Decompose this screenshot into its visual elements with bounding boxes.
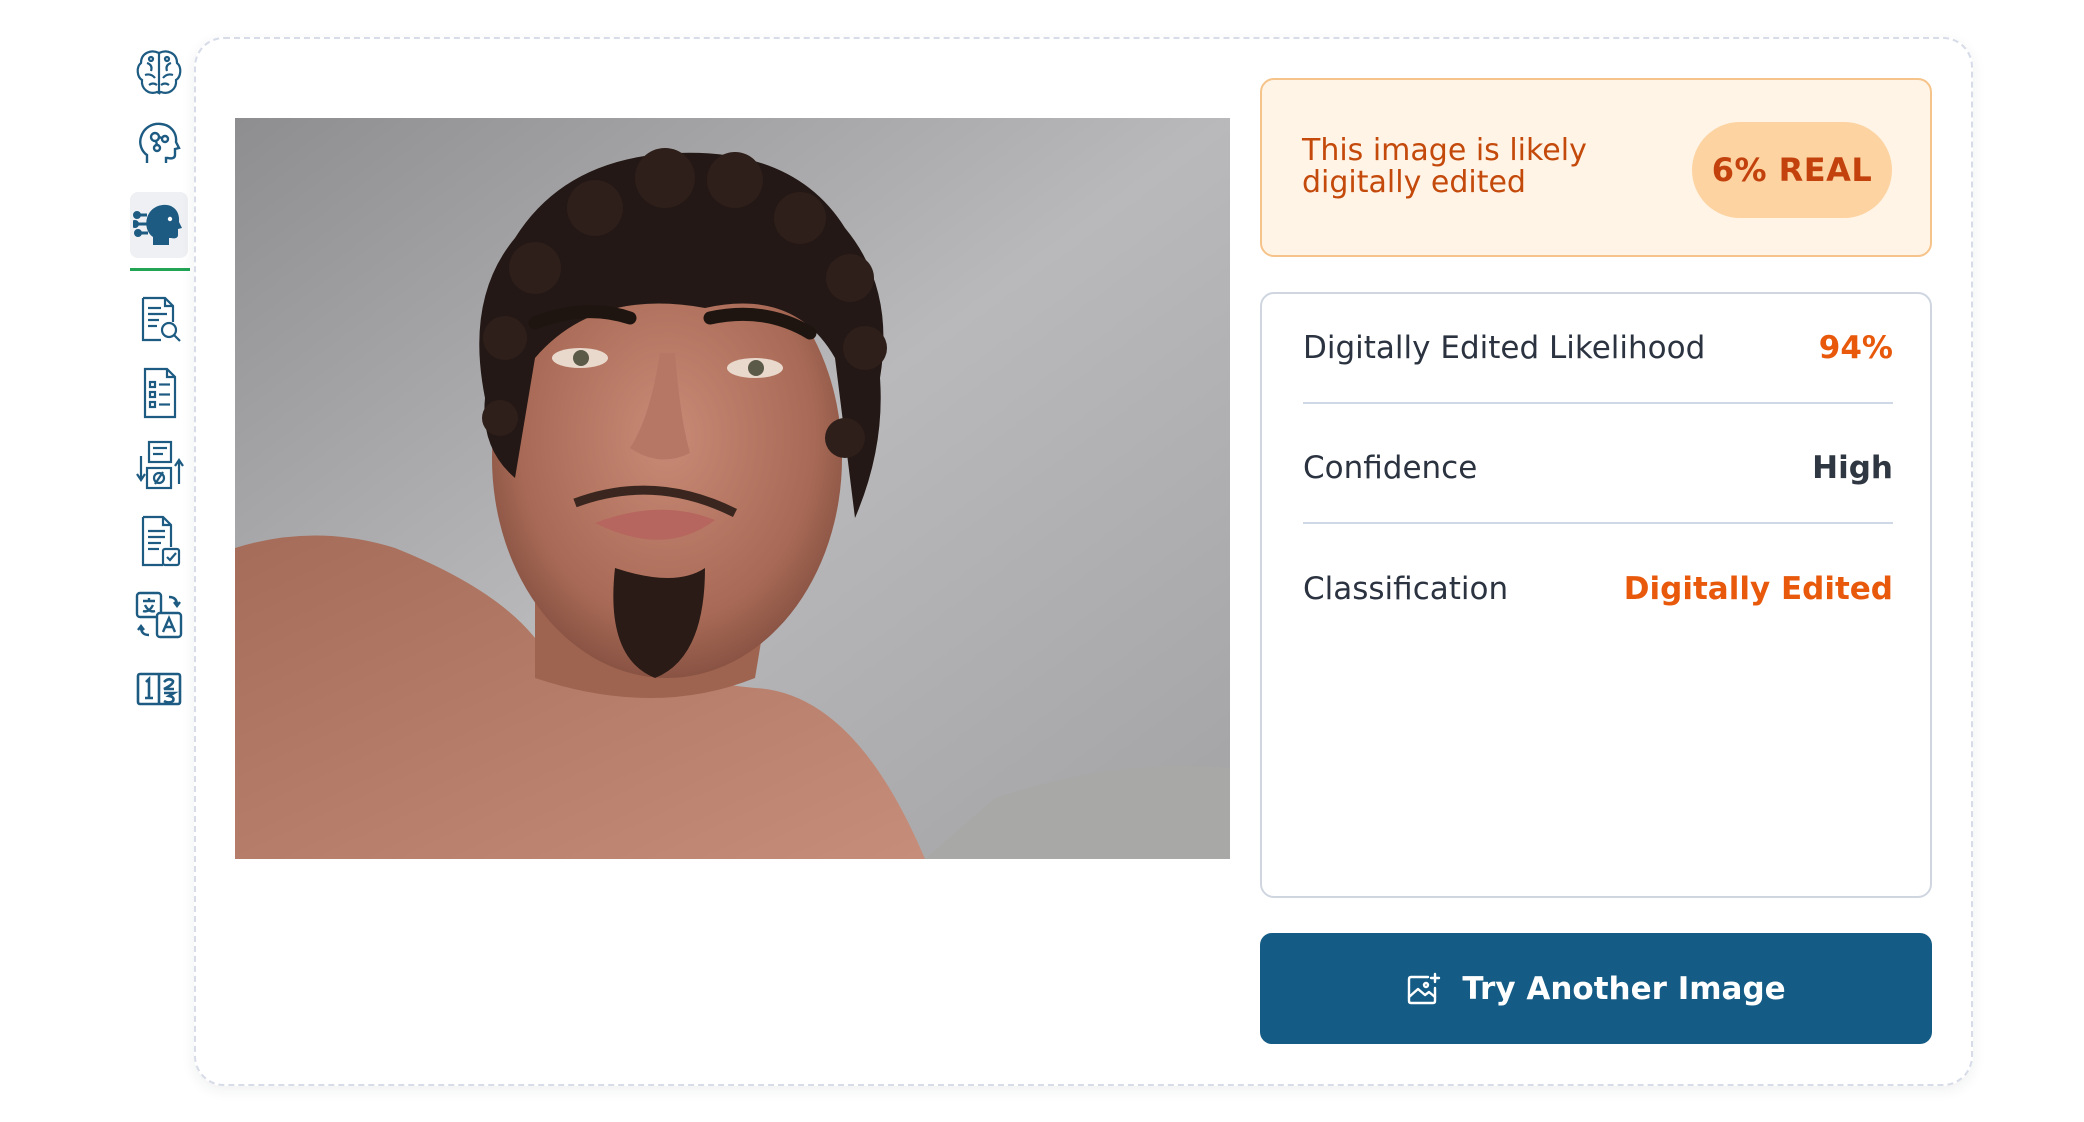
document-search-icon <box>141 296 181 342</box>
confidence-value: High <box>1812 450 1893 486</box>
detail-label: Classification <box>1303 571 1509 607</box>
sidebar-item-document-list[interactable] <box>130 360 188 426</box>
sidebar-item-document-process[interactable] <box>130 433 188 499</box>
fraction-icon <box>136 672 182 706</box>
real-score-badge: 6% REAL <box>1692 122 1892 218</box>
app-page: This image is likely digitally edited 6%… <box>0 0 2084 1122</box>
tool-sidebar <box>124 40 194 1080</box>
detail-label: Digitally Edited Likelihood <box>1303 330 1706 366</box>
try-another-image-button[interactable]: Try Another Image <box>1260 933 1932 1044</box>
document-check-icon <box>141 515 181 567</box>
sidebar-item-face-circuit[interactable] <box>130 192 188 258</box>
sidebar-item-ai-head[interactable] <box>130 112 188 178</box>
details-panel: Digitally Edited Likelihood 94% Confiden… <box>1260 292 1932 898</box>
try-another-image-label: Try Another Image <box>1462 970 1786 1007</box>
classification-value: Digitally Edited <box>1623 571 1893 607</box>
active-indicator <box>130 268 190 271</box>
likelihood-value: 94% <box>1818 330 1893 366</box>
document-list-icon <box>143 367 177 419</box>
analyzed-image <box>235 118 1230 859</box>
result-banner: This image is likely digitally edited 6%… <box>1260 78 1932 257</box>
detail-label: Confidence <box>1303 450 1478 486</box>
image-add-icon <box>1408 972 1441 1004</box>
sidebar-item-translate[interactable] <box>130 582 188 648</box>
sidebar-item-document-search[interactable] <box>130 287 188 353</box>
sidebar-item-brain[interactable] <box>130 40 188 106</box>
detail-row-likelihood: Digitally Edited Likelihood 94% <box>1303 294 1893 404</box>
portrait-photo <box>235 118 1230 859</box>
ai-head-icon <box>139 122 181 163</box>
translate-icon <box>135 591 183 639</box>
detail-row-confidence: Confidence High <box>1303 414 1893 524</box>
document-process-icon <box>136 440 184 490</box>
face-circuit-icon <box>133 204 182 245</box>
sidebar-item-document-check[interactable] <box>130 508 188 574</box>
sidebar-item-fraction[interactable] <box>130 655 188 721</box>
brain-icon <box>136 50 182 95</box>
detail-row-classification: Classification Digitally Edited <box>1303 534 1893 644</box>
result-message: This image is likely digitally edited <box>1302 133 1587 200</box>
